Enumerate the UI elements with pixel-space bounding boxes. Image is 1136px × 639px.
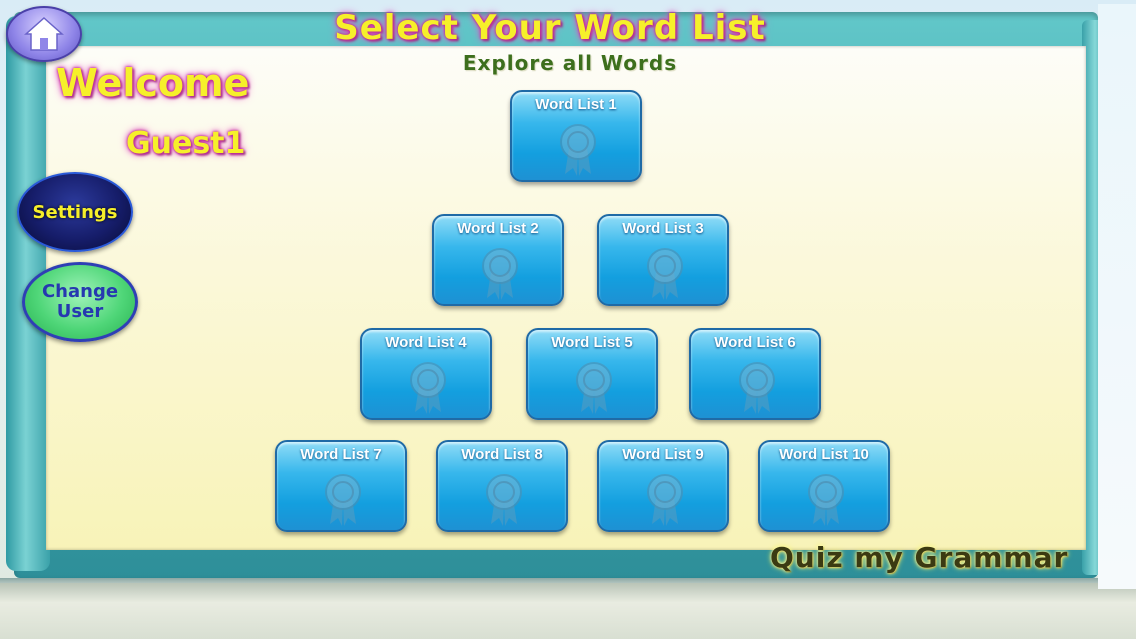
settings-button[interactable]: Settings bbox=[17, 172, 133, 252]
word-list-6-button[interactable]: Word List 6 bbox=[689, 328, 821, 420]
word-list-3-button[interactable]: Word List 3 bbox=[597, 214, 729, 306]
welcome-text: Welcome bbox=[56, 61, 250, 105]
app-screen: Select Your Word List Explore all Words … bbox=[0, 0, 1136, 639]
word-list-label: Word List 6 bbox=[714, 334, 796, 351]
ribbon-badge-icon bbox=[560, 124, 596, 176]
word-list-5-button[interactable]: Word List 5 bbox=[526, 328, 658, 420]
ribbon-badge-icon bbox=[739, 362, 775, 414]
ribbon-badge-icon bbox=[647, 474, 683, 526]
word-list-label: Word List 8 bbox=[461, 446, 543, 463]
page-subtitle: Explore all Words bbox=[462, 51, 678, 75]
word-list-label: Word List 5 bbox=[551, 334, 633, 351]
page-title: Select Your Word List bbox=[334, 8, 766, 48]
home-button[interactable] bbox=[6, 6, 82, 62]
word-list-9-button[interactable]: Word List 9 bbox=[597, 440, 729, 532]
background-strip bbox=[1098, 4, 1136, 589]
ribbon-badge-icon bbox=[808, 474, 844, 526]
word-list-label: Word List 1 bbox=[535, 96, 617, 113]
word-list-label: Word List 2 bbox=[457, 220, 539, 237]
word-list-label: Word List 4 bbox=[385, 334, 467, 351]
settings-label: Settings bbox=[32, 201, 118, 223]
ribbon-badge-icon bbox=[486, 474, 522, 526]
word-list-label: Word List 10 bbox=[779, 446, 869, 463]
word-list-label: Word List 9 bbox=[622, 446, 704, 463]
change-user-button[interactable]: Change User bbox=[22, 262, 138, 342]
ribbon-badge-icon bbox=[647, 248, 683, 300]
word-list-7-button[interactable]: Word List 7 bbox=[275, 440, 407, 532]
ribbon-badge-icon bbox=[576, 362, 612, 414]
word-list-2-button[interactable]: Word List 2 bbox=[432, 214, 564, 306]
floor bbox=[0, 583, 1136, 639]
word-list-label: Word List 3 bbox=[622, 220, 704, 237]
ribbon-badge-icon bbox=[482, 248, 518, 300]
user-name: Guest1 bbox=[126, 126, 246, 161]
home-icon bbox=[24, 16, 64, 51]
word-list-label: Word List 7 bbox=[300, 446, 382, 463]
app-brand: Quiz my Grammar bbox=[770, 541, 1069, 574]
word-list-1-button[interactable]: Word List 1 bbox=[510, 90, 642, 182]
word-list-10-button[interactable]: Word List 10 bbox=[758, 440, 890, 532]
word-list-4-button[interactable]: Word List 4 bbox=[360, 328, 492, 420]
ribbon-badge-icon bbox=[325, 474, 361, 526]
word-list-8-button[interactable]: Word List 8 bbox=[436, 440, 568, 532]
change-user-label: Change User bbox=[41, 281, 119, 322]
ribbon-badge-icon bbox=[410, 362, 446, 414]
